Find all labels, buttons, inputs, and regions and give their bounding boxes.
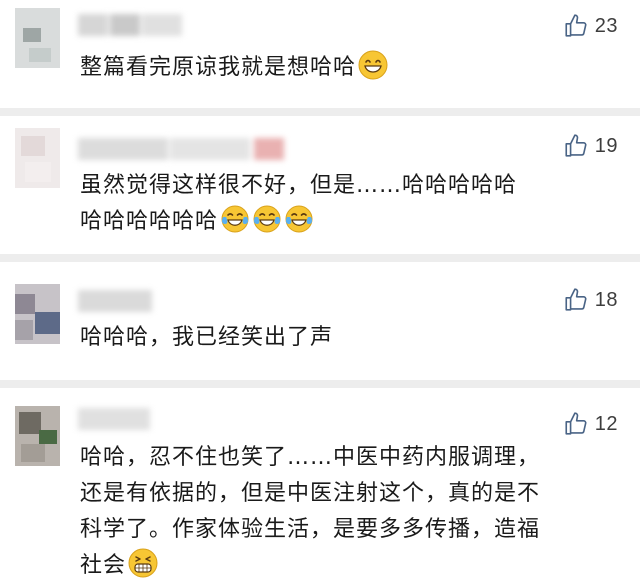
comment-line: 哈哈哈哈哈哈 [80, 209, 219, 234]
comment-item: 18 哈哈哈，我已经笑出了声 [0, 262, 640, 380]
like-count: 18 [594, 288, 618, 311]
comment-line: 哈哈哈，我已经笑出了声 [80, 325, 334, 350]
comment-item: 19 虽然觉得这样很不好，但是……哈哈哈哈哈 哈哈哈哈哈哈 [0, 116, 640, 256]
avatar[interactable] [15, 8, 60, 68]
comment-text: 虽然觉得这样很不好，但是……哈哈哈哈哈 哈哈哈哈哈哈 [80, 168, 610, 240]
avatar[interactable] [15, 284, 60, 344]
comment-line: 虽然觉得这样很不好，但是……哈哈哈哈哈 [80, 173, 518, 198]
comment-line: 社会 [80, 553, 127, 578]
comment-line: 还是有依据的，但是中医注射这个，真的是不 [80, 481, 541, 506]
like-count: 12 [594, 412, 618, 435]
thumbs-up-icon [565, 412, 587, 435]
separator [0, 108, 640, 116]
comment-line: 哈哈，忍不住也笑了……中医中药内服调理， [80, 445, 541, 470]
nickname[interactable] [78, 408, 158, 430]
like-button[interactable]: 19 [563, 132, 618, 160]
comment-text: 哈哈，忍不住也笑了……中医中药内服调理， 还是有依据的，但是中医注射这个，真的是… [80, 440, 610, 584]
comment-text: 哈哈哈，我已经笑出了声 [80, 320, 610, 356]
comment-text: 整篇看完原谅我就是想哈哈 [80, 50, 610, 86]
nickname[interactable] [78, 14, 188, 36]
grinning-teeth-emoji [128, 548, 158, 578]
like-count: 19 [594, 134, 618, 157]
avatar[interactable] [15, 128, 60, 188]
avatar[interactable] [15, 406, 60, 466]
comment-item: 23 整篇看完原谅我就是想哈哈 [0, 0, 640, 110]
like-button[interactable]: 18 [563, 286, 618, 314]
tears-of-joy-emoji [221, 205, 249, 233]
comment-item: 12 哈哈，忍不住也笑了……中医中药内服调理， 还是有依据的，但是中医注射这个，… [0, 388, 640, 588]
separator [0, 254, 640, 262]
thumbs-up-icon [565, 14, 587, 37]
like-button[interactable]: 23 [563, 12, 618, 40]
thumbs-up-icon [565, 134, 587, 157]
like-button[interactable]: 12 [563, 410, 618, 438]
separator [0, 380, 640, 388]
like-count: 23 [594, 14, 618, 37]
nickname[interactable] [78, 290, 158, 312]
tears-of-joy-emoji [253, 205, 281, 233]
nickname[interactable] [78, 138, 288, 160]
grin-emoji [358, 50, 388, 80]
comment-line: 科学了。作家体验生活，是要多多传播，造福 [80, 517, 541, 542]
thumbs-up-icon [565, 288, 587, 311]
tears-of-joy-emoji [285, 205, 313, 233]
comment-line: 整篇看完原谅我就是想哈哈 [80, 55, 357, 80]
